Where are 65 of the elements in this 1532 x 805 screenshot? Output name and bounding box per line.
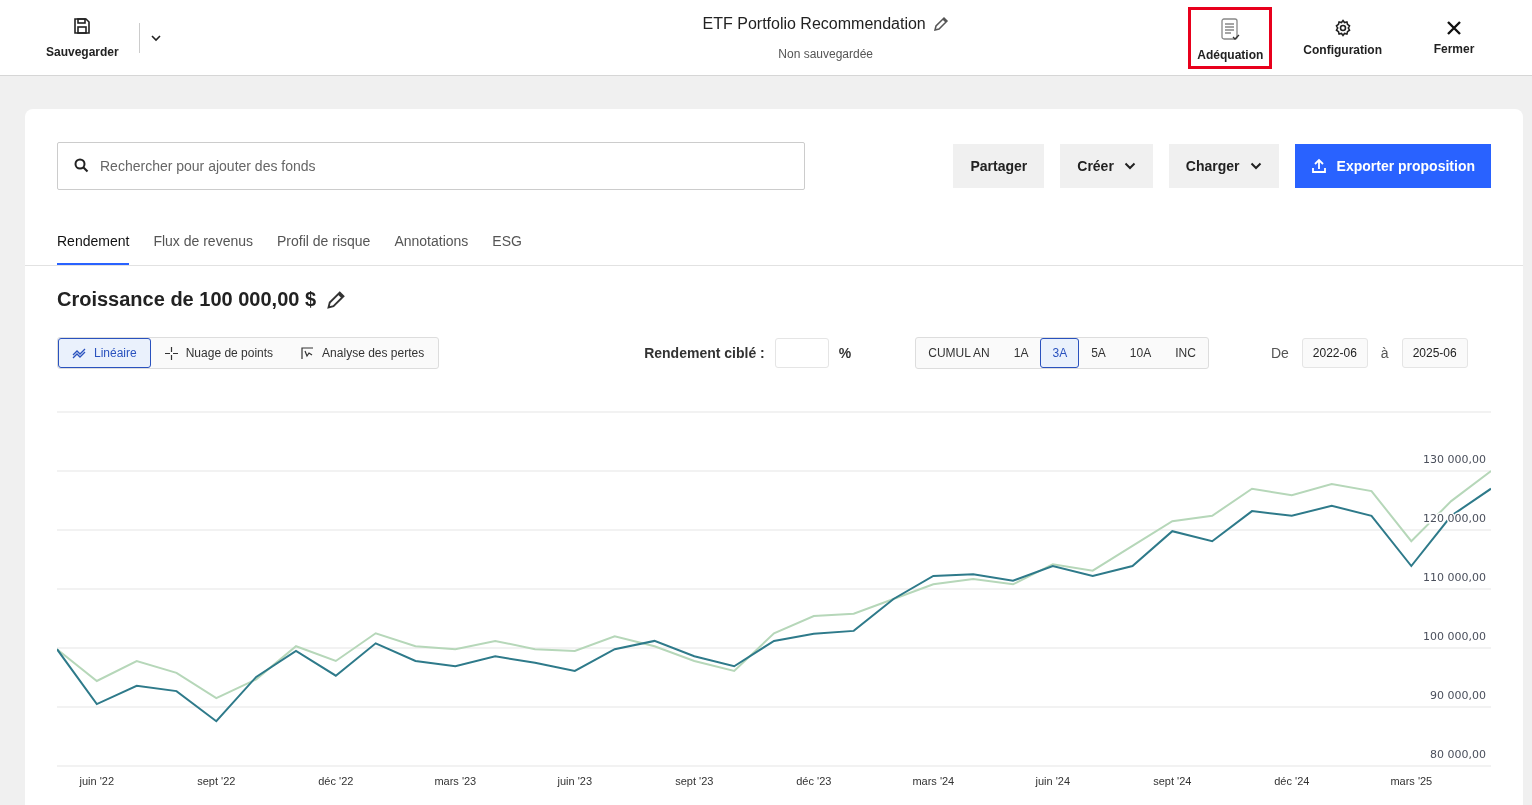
x-axis-label: sept '23 [675, 775, 714, 787]
chart-type-toggle[interactable]: Analyse des pertes [287, 338, 439, 368]
x-axis-label: juin '24 [1035, 775, 1071, 787]
section-title: Croissance de 100 000,00 $ [57, 288, 317, 311]
x-axis-label: mars '23 [434, 775, 477, 787]
settings-button[interactable]: Configuration [1297, 14, 1388, 61]
y-axis-label: 110 000,00 [1423, 571, 1486, 584]
x-axis-label: mars '24 [912, 775, 955, 787]
y-axis-label: 130 000,00 [1423, 453, 1486, 466]
export-button[interactable]: Exporter proposition [1294, 144, 1491, 188]
upload-icon [1310, 158, 1327, 174]
y-axis-label: 100 000,00 [1423, 630, 1486, 643]
period-toggle[interactable]: 5A [1079, 338, 1118, 368]
target-return-label: Rendement ciblé : [644, 345, 765, 361]
dropdown-button[interactable]: Charger [1168, 144, 1279, 188]
settings-icon [1333, 18, 1352, 37]
caret-icon[interactable] [149, 33, 162, 42]
chart-type-toggle[interactable]: Nuage de points [150, 338, 288, 368]
pencil-icon[interactable] [326, 289, 347, 310]
crosshair-icon [164, 346, 178, 360]
dropdown-button[interactable]: Créer [1060, 144, 1153, 188]
document-check-icon [1220, 17, 1241, 42]
end-date-field[interactable]: 2025-06 [1401, 338, 1468, 368]
tab[interactable]: Annotations [394, 230, 469, 265]
x-axis-label: mars '25 [1390, 775, 1433, 787]
pencil-icon[interactable] [932, 15, 949, 32]
chevron-down-icon [1249, 162, 1262, 170]
tab[interactable]: Rendement [57, 230, 130, 265]
chart-type-toggle[interactable]: Linéaire [58, 338, 151, 368]
share-button[interactable]: Partager [953, 144, 1045, 188]
tab[interactable]: Profil de risque [277, 230, 371, 265]
period-toggle[interactable]: 1A [1001, 338, 1041, 368]
save-button[interactable]: Sauvegarder [40, 12, 125, 63]
target-return-field[interactable] [774, 338, 829, 368]
x-axis-label: déc '23 [796, 775, 832, 787]
tab[interactable]: Flux de revenus [153, 230, 253, 265]
start-date-field[interactable]: 2022-06 [1301, 338, 1368, 368]
line-chart-icon [72, 347, 86, 359]
search-icon [74, 158, 89, 173]
from-label: De [1270, 345, 1289, 361]
document-title: ETF Portfolio Recommendation [702, 14, 926, 33]
x-axis-label: sept '24 [1153, 775, 1192, 787]
drawdown-chart-icon [301, 346, 315, 360]
y-axis-label: 90 000,00 [1430, 689, 1486, 702]
y-axis-label: 120 000,00 [1423, 512, 1486, 525]
suitability-button[interactable]: Adéquation [1191, 9, 1270, 66]
search-field[interactable]: Rechercher pour ajouter des fonds [57, 142, 805, 190]
period-toggle[interactable]: CUMUL AN [916, 338, 1002, 368]
period-toggle[interactable]: INC [1163, 338, 1208, 368]
chevron-down-icon [1123, 162, 1136, 170]
x-axis-label: sept '22 [197, 775, 236, 787]
x-axis-label: juin '23 [557, 775, 593, 787]
to-label: à [1380, 345, 1389, 361]
close-icon [1446, 19, 1462, 36]
x-axis-label: déc '24 [1274, 775, 1310, 787]
percent-unit: % [838, 345, 852, 361]
close-button[interactable]: Fermer [1416, 15, 1492, 60]
x-axis-label: juin '22 [79, 775, 115, 787]
x-axis-label: déc '22 [318, 775, 354, 787]
save-icon [73, 16, 92, 35]
period-toggle[interactable]: 3A [1040, 338, 1080, 368]
save-status: Non sauvegardée [778, 46, 874, 61]
tab[interactable]: ESG [492, 230, 522, 265]
y-axis-label: 80 000,00 [1430, 748, 1486, 761]
period-toggle[interactable]: 10A [1117, 338, 1164, 368]
